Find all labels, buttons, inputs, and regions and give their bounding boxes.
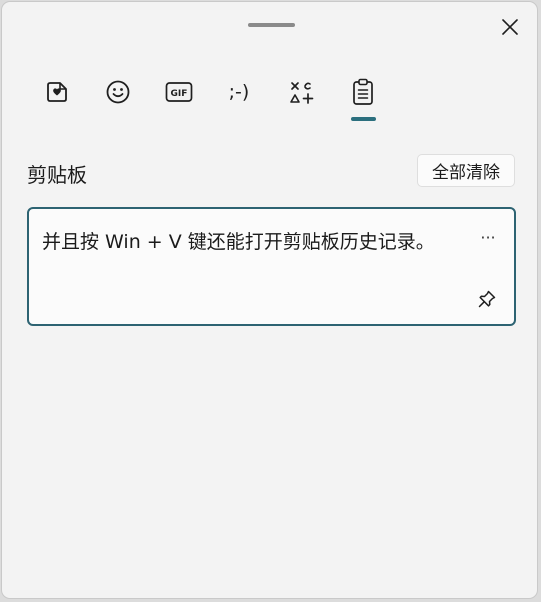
gif-icon: GIF <box>165 82 193 102</box>
category-tabs: GIF ;-) <box>2 72 537 122</box>
tab-symbols[interactable] <box>282 72 322 112</box>
tab-recent-stickers[interactable] <box>37 72 77 112</box>
clipboard-item[interactable]: 并且按 Win + V 键还能打开剪贴板历史记录。 ··· <box>27 207 516 326</box>
gif-label: GIF <box>171 89 188 99</box>
smiley-icon <box>106 80 130 104</box>
tab-kaomoji[interactable]: ;-) <box>219 72 259 112</box>
clipboard-icon <box>353 78 373 105</box>
clipboard-item-text: 并且按 Win + V 键还能打开剪贴板历史记录。 <box>42 231 435 253</box>
close-button[interactable] <box>497 14 523 40</box>
symbols-icon <box>290 82 314 104</box>
close-icon <box>502 19 518 35</box>
pin-button[interactable] <box>474 286 500 312</box>
heart-sticker-icon <box>47 82 67 102</box>
tab-emoji[interactable] <box>98 72 138 112</box>
section-title: 剪贴板 <box>27 163 87 187</box>
clear-all-button[interactable]: 全部清除 <box>417 154 515 187</box>
pin-icon <box>478 290 496 308</box>
emoji-clipboard-panel: GIF ;-) 剪贴板 全部清除 并且按 Win + V 键还能打开剪贴板历史记… <box>1 1 538 599</box>
more-options-button[interactable]: ··· <box>474 225 502 249</box>
drag-handle[interactable] <box>248 23 295 27</box>
tab-clipboard[interactable] <box>343 72 383 112</box>
selected-tab-indicator <box>351 117 376 121</box>
kaomoji-icon: ;-) <box>228 81 250 103</box>
tab-gif[interactable]: GIF <box>159 72 199 112</box>
